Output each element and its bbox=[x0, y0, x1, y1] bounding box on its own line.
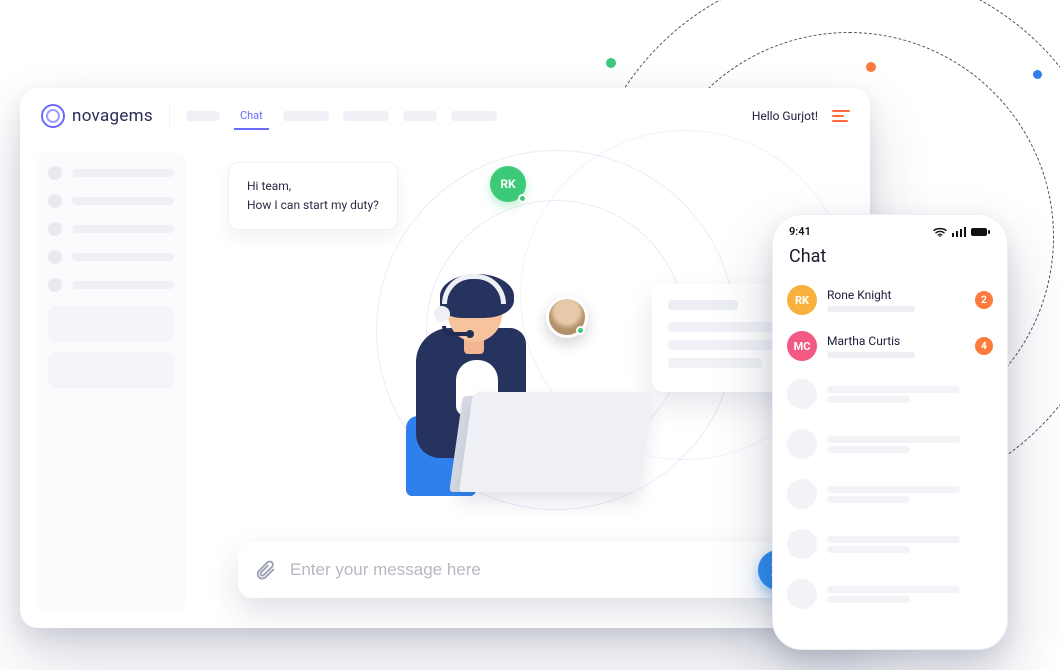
contact-row-placeholder bbox=[773, 569, 1007, 619]
decorative-dot bbox=[1033, 70, 1042, 79]
logo-icon bbox=[40, 103, 66, 129]
card-line bbox=[668, 358, 762, 368]
contact-avatar: MC bbox=[787, 331, 817, 361]
contact-name: Rone Knight bbox=[827, 288, 965, 302]
contact-row-placeholder bbox=[773, 519, 1007, 569]
contact-row-placeholder bbox=[773, 469, 1007, 519]
phone-title: Chat bbox=[773, 242, 1007, 277]
nav-tab-placeholder[interactable] bbox=[451, 111, 497, 121]
contact-subtitle-placeholder bbox=[827, 352, 915, 358]
contact-avatar: RK bbox=[787, 285, 817, 315]
brand-name: novagems bbox=[72, 106, 153, 126]
status-time: 9:41 bbox=[789, 225, 811, 238]
sidebar-item[interactable] bbox=[48, 278, 174, 292]
phone-statusbar: 9:41 bbox=[773, 215, 1007, 242]
topbar: novagems Chat Hello Gurjot! bbox=[20, 88, 870, 144]
nav-tab-placeholder[interactable] bbox=[403, 111, 437, 121]
brand-logo[interactable]: novagems bbox=[40, 103, 153, 129]
card-title-placeholder bbox=[668, 300, 738, 310]
chat-area: 😄 Hi team, How I can start my duty? RK bbox=[186, 144, 870, 628]
sidebar-item[interactable] bbox=[48, 222, 174, 236]
divider bbox=[169, 102, 170, 130]
message-line: How I can start my duty? bbox=[247, 196, 379, 215]
avatar-initials: MC bbox=[794, 340, 811, 353]
sidebar-button[interactable] bbox=[48, 352, 174, 388]
sidebar-button[interactable] bbox=[48, 306, 174, 342]
message-line: Hi team, bbox=[247, 177, 379, 196]
contact-row-placeholder bbox=[773, 419, 1007, 469]
sidebar-item[interactable] bbox=[48, 194, 174, 208]
contact-row-placeholder bbox=[773, 369, 1007, 419]
sidebar bbox=[36, 152, 186, 612]
phone-mockup: 9:41 Chat RK Rone Knight bbox=[772, 214, 1008, 650]
nav-tab-placeholder[interactable] bbox=[186, 111, 220, 121]
sidebar-item[interactable] bbox=[48, 250, 174, 264]
wifi-icon bbox=[933, 227, 947, 237]
contact-name: Martha Curtis bbox=[827, 334, 965, 348]
incoming-message: Hi team, How I can start my duty? bbox=[228, 162, 398, 230]
unread-badge: 4 bbox=[975, 337, 993, 355]
attachment-icon[interactable] bbox=[254, 559, 276, 581]
greeting-text: Hello Gurjot! bbox=[752, 109, 818, 123]
decorative-dot bbox=[606, 58, 616, 68]
message-composer bbox=[238, 542, 808, 598]
contact-subtitle-placeholder bbox=[827, 306, 915, 312]
support-agent-illustration bbox=[376, 244, 636, 514]
presence-indicator-icon bbox=[518, 194, 527, 203]
avatar-initials: RK bbox=[500, 177, 515, 191]
app-window: novagems Chat Hello Gurjot! bbox=[20, 88, 870, 628]
unread-badge: 2 bbox=[975, 291, 993, 309]
decorative-dot bbox=[866, 62, 876, 72]
nav-tab-placeholder[interactable] bbox=[343, 111, 389, 121]
signal-icon bbox=[952, 227, 966, 237]
contact-row[interactable]: MC Martha Curtis 4 bbox=[773, 323, 1007, 369]
avatar-initials: RK bbox=[795, 294, 809, 307]
battery-icon bbox=[971, 227, 991, 237]
menu-icon[interactable] bbox=[832, 110, 850, 122]
message-input[interactable] bbox=[290, 560, 744, 580]
sidebar-item[interactable] bbox=[48, 166, 174, 180]
nav-tab-chat[interactable]: Chat bbox=[234, 103, 269, 130]
contact-row[interactable]: RK Rone Knight 2 bbox=[773, 277, 1007, 323]
sender-avatar[interactable]: RK bbox=[490, 166, 526, 202]
nav-tab-placeholder[interactable] bbox=[283, 111, 329, 121]
nav-tabs: Chat bbox=[186, 103, 497, 130]
